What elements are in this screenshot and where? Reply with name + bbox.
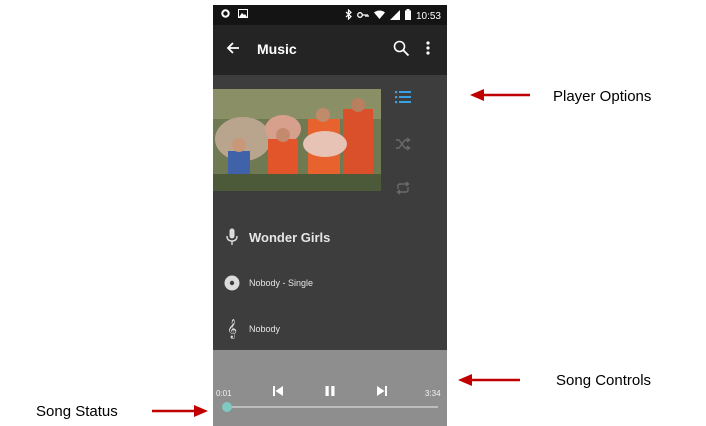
shuffle-icon[interactable] [395, 137, 411, 156]
player-options-arrow [470, 89, 530, 101]
duration-time: 3:34 [425, 389, 441, 398]
disc-icon [223, 275, 241, 291]
pause-icon[interactable] [324, 384, 336, 402]
app-bar: Music [213, 25, 447, 75]
repeat-icon[interactable] [395, 181, 411, 200]
progress-thumb[interactable] [222, 402, 233, 412]
player-options-label: Player Options [553, 88, 652, 105]
elapsed-time: 0:01 [216, 389, 232, 398]
status-time: 10:53 [415, 10, 441, 22]
page-title: Music [257, 41, 297, 57]
song-status-arrow [152, 405, 208, 417]
microphone-icon [223, 228, 241, 246]
status-bar: 10:53 [213, 5, 447, 25]
artist-row: Wonder Girls [223, 228, 330, 246]
album-name: Nobody - Single [249, 278, 314, 288]
wifi-icon [373, 10, 385, 22]
more-vert-icon[interactable] [425, 40, 431, 61]
song-controls [213, 350, 447, 426]
skip-next-icon[interactable] [376, 384, 388, 402]
treble-clef-icon: 𝄞 [226, 319, 238, 339]
queue-list-icon[interactable] [395, 90, 411, 109]
search-icon[interactable] [393, 40, 410, 62]
song-controls-arrow [458, 374, 520, 386]
phone-screen: 10:53 Music Wonder Girls Nobody - Single… [213, 5, 447, 426]
back-arrow-icon[interactable] [225, 40, 241, 61]
battery-icon [404, 9, 411, 23]
song-controls-label: Song Controls [556, 372, 652, 389]
song-status-label: Song Status [36, 403, 118, 420]
settings-icon [221, 9, 230, 21]
song-name: Nobody [249, 324, 281, 334]
artist-name: Wonder Girls [249, 229, 331, 245]
skip-previous-icon[interactable] [272, 384, 284, 402]
player-options [385, 75, 447, 215]
bluetooth-icon [345, 8, 352, 23]
progress-track[interactable] [226, 406, 438, 408]
image-icon [238, 9, 248, 21]
album-art [213, 89, 381, 191]
signal-icon [389, 9, 400, 23]
key-icon [357, 11, 369, 22]
song-row: 𝄞 Nobody [223, 319, 280, 339]
album-row: Nobody - Single [223, 275, 313, 291]
